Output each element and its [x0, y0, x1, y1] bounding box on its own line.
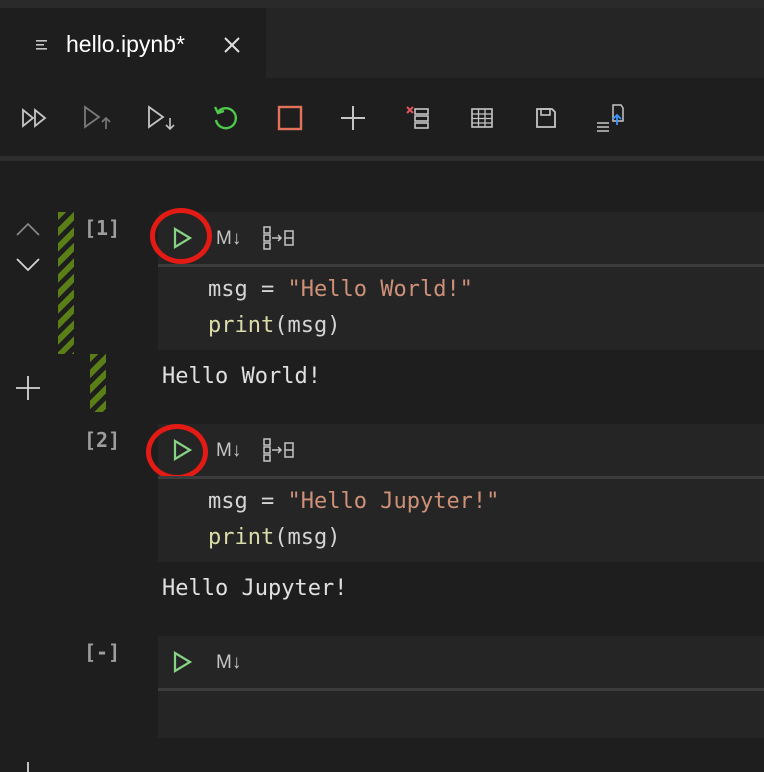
run-above-button[interactable]: [82, 102, 114, 134]
code-line-2: print(msg): [208, 313, 341, 338]
variable-explorer-button[interactable]: [466, 102, 498, 134]
code-line-1: msg = "Hello Jupyter!": [208, 489, 500, 514]
run-all-button[interactable]: [20, 102, 52, 134]
run-cell-button[interactable]: [168, 648, 196, 676]
move-cell-up-icon[interactable]: [14, 220, 42, 238]
export-button[interactable]: [594, 102, 626, 134]
file-lines-icon: [36, 40, 47, 50]
highlight-circle: [146, 424, 208, 480]
change-to-markdown-button[interactable]: M↓: [216, 228, 241, 250]
execution-count: [1]: [84, 216, 121, 240]
collapse-input-icon[interactable]: [262, 437, 296, 463]
move-cell-down-icon[interactable]: [14, 256, 42, 274]
toolbar-separator: [0, 156, 764, 161]
selected-cell-indicator: [58, 212, 74, 354]
highlight-circle: [150, 208, 212, 264]
execution-count: [-]: [84, 640, 121, 664]
cell-output: Hello Jupyter!: [162, 576, 348, 601]
save-button[interactable]: [530, 102, 562, 134]
code-editor-empty[interactable]: [158, 691, 764, 738]
selected-output-indicator: [90, 354, 106, 412]
notebook-toolbar: [0, 78, 764, 156]
tab-title: hello.ipynb*: [66, 31, 185, 57]
collapse-input-icon[interactable]: [262, 225, 296, 251]
insert-cell-plus-icon[interactable]: [14, 374, 42, 402]
code-line-1: msg = "Hello World!": [208, 277, 473, 302]
change-to-markdown-button[interactable]: M↓: [216, 440, 241, 462]
cell-toolbar: [158, 424, 764, 476]
plus-icon: [341, 106, 365, 130]
insert-cell-plus-bottom-icon[interactable]: [14, 758, 42, 772]
close-icon[interactable]: [222, 35, 242, 55]
run-below-button[interactable]: [146, 102, 178, 134]
tab-hello-ipynb[interactable]: hello.ipynb*: [0, 8, 266, 78]
interrupt-kernel-button[interactable]: [274, 102, 306, 134]
tab-bar: hello.ipynb*: [0, 8, 764, 78]
run-all-icon: [22, 108, 47, 128]
restart-icon: [213, 106, 237, 130]
table-icon: [471, 108, 493, 128]
stop-square-icon: [277, 105, 303, 131]
cell-toolbar: [158, 636, 764, 688]
code-line-2: print(msg): [208, 525, 341, 550]
export-icon: [597, 104, 624, 132]
restart-kernel-button[interactable]: [210, 102, 242, 134]
execution-count: [2]: [84, 428, 121, 452]
cell-toolbar: [158, 212, 764, 264]
clear-all-icon: [406, 106, 429, 129]
run-below-icon: [148, 105, 175, 131]
cell-output: Hello World!: [162, 364, 321, 389]
run-above-icon: [84, 105, 111, 129]
add-cell-button[interactable]: [337, 102, 369, 134]
change-to-markdown-button[interactable]: M↓: [216, 652, 241, 674]
save-icon: [536, 108, 556, 128]
clear-outputs-button[interactable]: [402, 102, 434, 134]
window-top-strip: [0, 0, 764, 8]
